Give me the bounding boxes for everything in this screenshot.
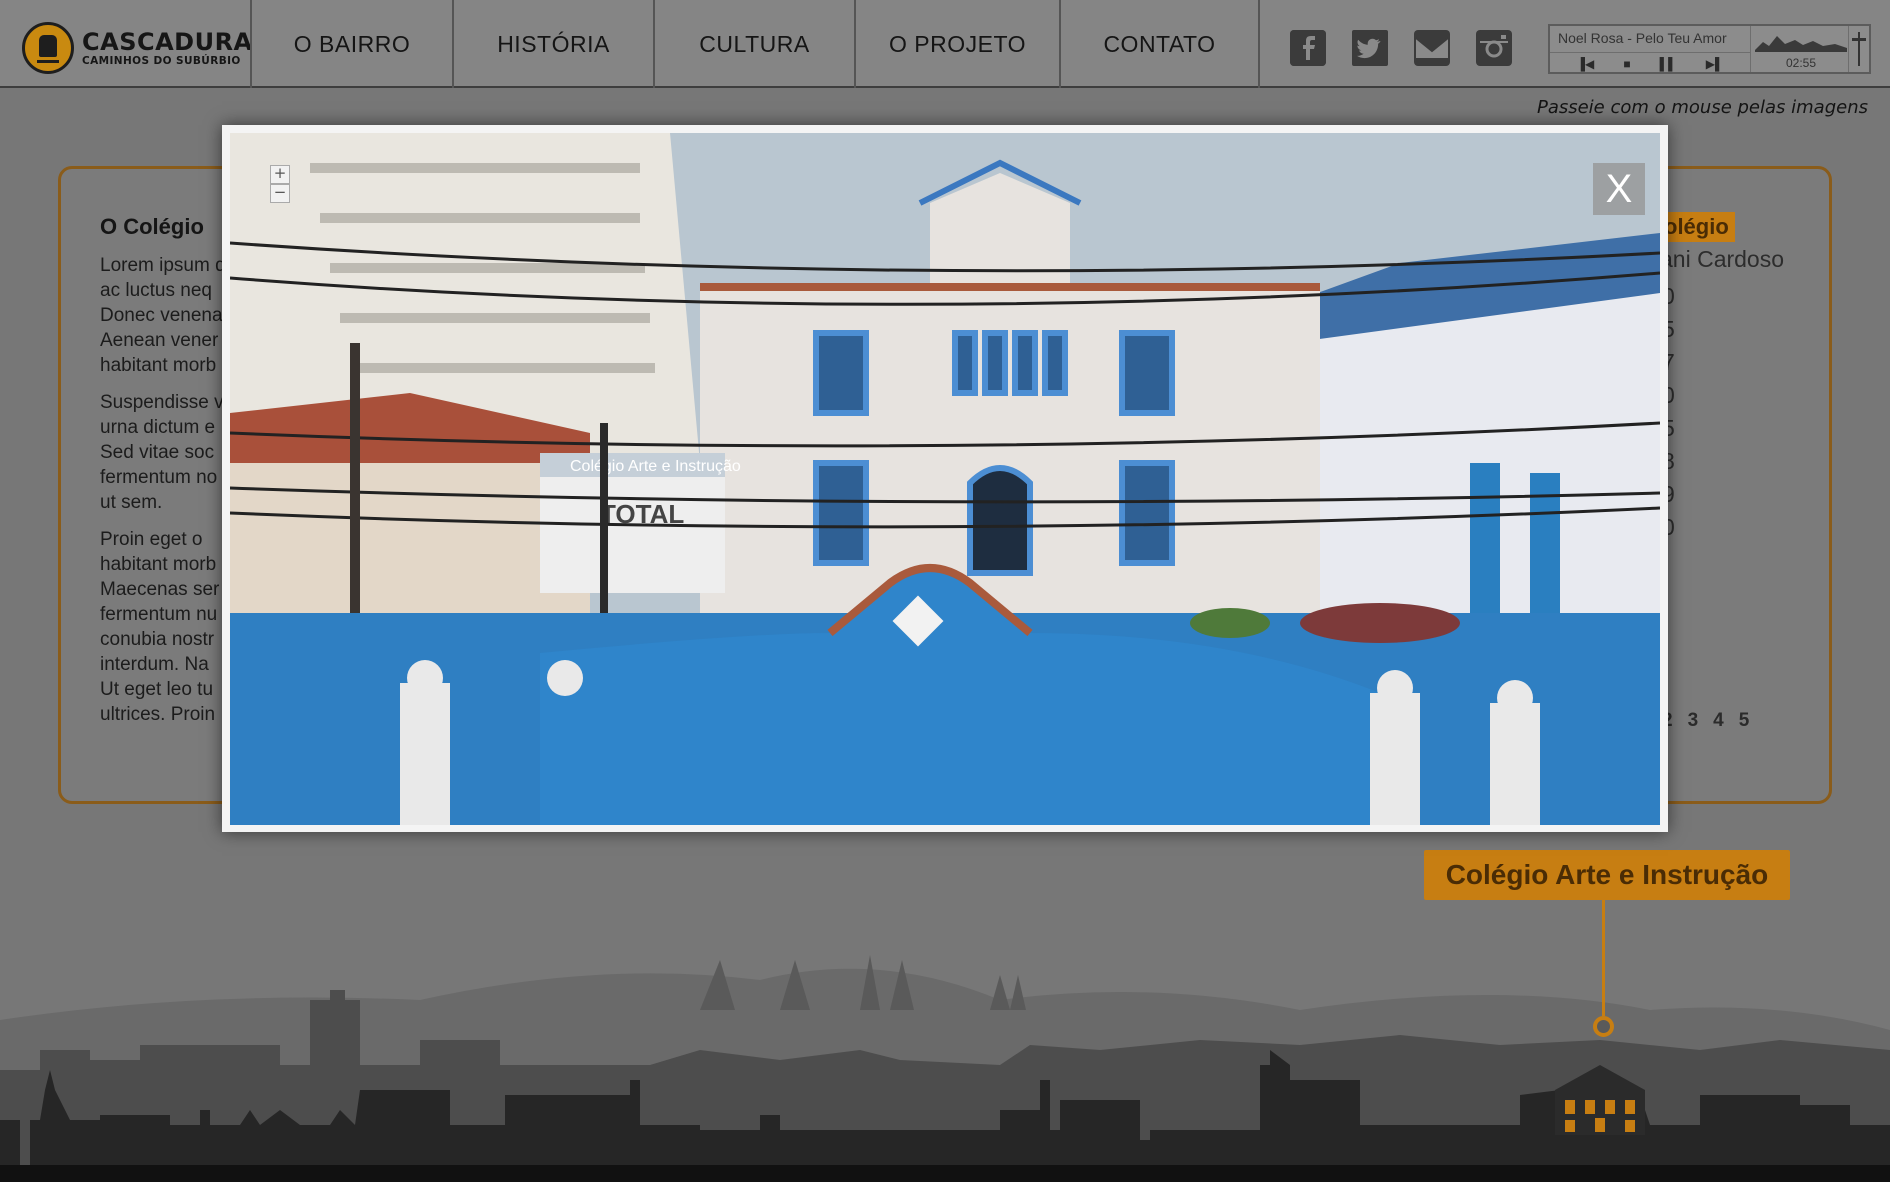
page-link[interactable]: 4: [1713, 710, 1724, 732]
pause-icon[interactable]: ▌▌: [1660, 58, 1677, 70]
previous-icon[interactable]: ▐◀: [1577, 58, 1595, 70]
nav-item-contato[interactable]: CONTATO: [1059, 0, 1260, 88]
nav-item-o-projeto[interactable]: O PROJETO: [854, 0, 1059, 88]
nav-item-label: HISTÓRIA: [497, 30, 610, 57]
pagination: 2 3 4 5: [1662, 710, 1764, 732]
progress-waveform[interactable]: 02:55: [1750, 26, 1850, 72]
train-icon: [22, 22, 74, 74]
track-time: 02:55: [1785, 56, 1817, 70]
nav-item-label: CULTURA: [699, 30, 810, 57]
player-controls: ▐◀ ■ ▌▌ ▶▌: [1550, 52, 1750, 74]
mail-icon[interactable]: [1414, 30, 1450, 66]
zoom-in-button[interactable]: +: [270, 165, 290, 184]
close-button[interactable]: X: [1593, 163, 1645, 215]
page-link[interactable]: 3: [1688, 710, 1699, 732]
facebook-icon[interactable]: [1290, 30, 1326, 66]
logo-subtitle: CAMINHOS DO SUBÚRBIO: [82, 55, 241, 67]
zoom-out-button[interactable]: −: [270, 184, 290, 203]
page-link[interactable]: 5: [1739, 710, 1750, 732]
zoom-control: + −: [270, 165, 290, 205]
hint-text: Passeie com o mouse pelas imagens: [1536, 97, 1868, 118]
main-nav: O BAIRRO HISTÓRIA CULTURA O PROJETO CONT…: [250, 0, 1260, 88]
instagram-icon[interactable]: [1476, 30, 1512, 66]
logo-title: CASCADURA: [82, 28, 253, 56]
header: CASCADURA CAMINHOS DO SUBÚRBIO O BAIRRO …: [0, 0, 1890, 88]
street-view-photo[interactable]: Colégio Arte e Instrução TOTAL + − X: [230, 133, 1660, 825]
music-player: Noel Rosa - Pelo Teu Amor ▐◀ ■ ▌▌ ▶▌ 02:…: [1548, 24, 1871, 74]
twitter-icon[interactable]: [1352, 30, 1388, 66]
social-links: [1290, 30, 1538, 66]
next-icon[interactable]: ▶▌: [1706, 58, 1724, 70]
nav-item-label: O PROJETO: [889, 30, 1026, 57]
photo-modal: Colégio Arte e Instrução TOTAL + − X: [222, 125, 1668, 832]
info-name: ani Cardoso: [1660, 246, 1785, 272]
nav-item-historia[interactable]: HISTÓRIA: [452, 0, 653, 88]
track-title: Noel Rosa - Pelo Teu Amor: [1558, 30, 1727, 46]
landmark-pointer-line: [1602, 900, 1605, 1016]
logo[interactable]: CASCADURA CAMINHOS DO SUBÚRBIO: [22, 18, 254, 78]
nav-item-label: O BAIRRO: [293, 30, 411, 57]
stop-icon[interactable]: ■: [1623, 58, 1630, 70]
photo-sign-text: Colégio Arte e Instrução: [570, 458, 741, 475]
nav-item-cultura[interactable]: CULTURA: [653, 0, 854, 88]
volume-slider[interactable]: [1848, 26, 1869, 72]
nav-item-o-bairro[interactable]: O BAIRRO: [250, 0, 452, 88]
nav-item-label: CONTATO: [1103, 30, 1216, 57]
info-label: olégio: [1658, 212, 1735, 242]
landmark-pointer-dot[interactable]: [1593, 1016, 1614, 1037]
landmark-label[interactable]: Colégio Arte e Instrução: [1424, 850, 1790, 900]
city-skyline: [0, 955, 1890, 1182]
